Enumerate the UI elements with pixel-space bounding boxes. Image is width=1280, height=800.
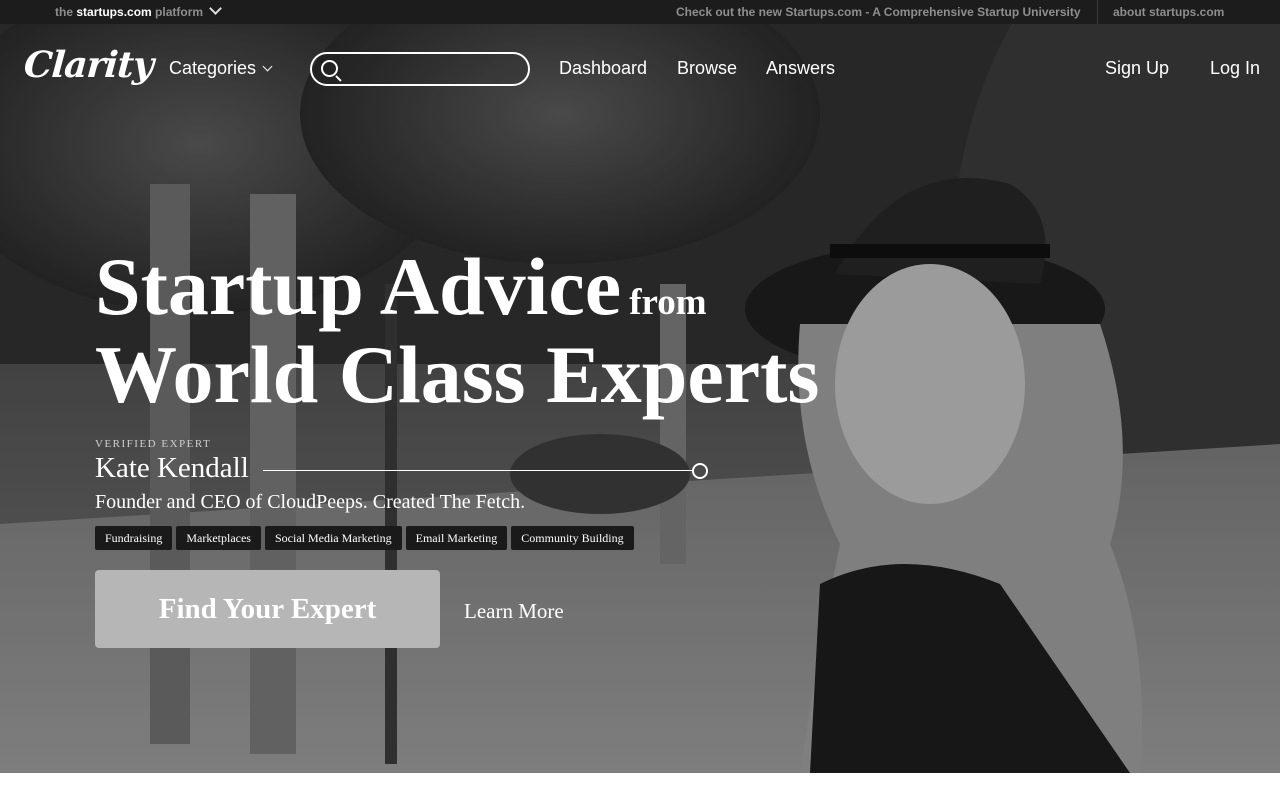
search-icon [321, 60, 338, 77]
find-expert-button[interactable]: Find Your Expert [95, 570, 440, 648]
chevron-down-icon [262, 61, 273, 72]
platform-prefix: the [55, 5, 77, 19]
platform-brand: startups.com [76, 5, 152, 19]
tag-email-marketing[interactable]: Email Marketing [405, 526, 508, 550]
nav-answers[interactable]: Answers [766, 58, 835, 79]
nav-browse[interactable]: Browse [677, 58, 737, 79]
tag-community-building[interactable]: Community Building [511, 526, 634, 550]
expert-name[interactable]: Kate Kendall [95, 452, 249, 485]
tag-marketplaces[interactable]: Marketplaces [176, 526, 261, 550]
chevron-down-icon [209, 2, 223, 15]
headline-line-1: Startup Advice from [95, 240, 707, 334]
learn-more-link[interactable]: Learn More [464, 599, 564, 624]
signup-link[interactable]: Sign Up [1105, 58, 1169, 79]
search-box[interactable] [310, 52, 530, 86]
expert-divider-line [263, 470, 693, 471]
expertise-tags: Fundraising Marketplaces Social Media Ma… [95, 526, 634, 550]
search-input[interactable] [346, 57, 520, 81]
expert-title: Founder and CEO of CloudPeeps. Created T… [95, 491, 526, 513]
about-link[interactable]: about startups.com [1113, 5, 1224, 19]
platform-suffix: platform [151, 5, 204, 19]
promo-link[interactable]: Check out the new Startups.com - A Compr… [676, 5, 1081, 19]
login-link[interactable]: Log In [1210, 58, 1260, 79]
page-below-fold [0, 773, 1280, 800]
headline-main: Startup Advice [95, 241, 622, 332]
headline-line-2: World Class Experts [95, 329, 820, 420]
platform-bar: the startups.com platform Check out the … [0, 0, 1280, 24]
nav-dashboard[interactable]: Dashboard [559, 58, 647, 79]
divider [1097, 0, 1098, 24]
platform-switcher[interactable]: the startups.com platform [55, 2, 223, 19]
circle-marker-icon [692, 463, 708, 479]
clarity-logo[interactable]: Clarity [23, 44, 155, 86]
headline-from: from [629, 282, 707, 323]
tag-fundraising[interactable]: Fundraising [95, 526, 173, 550]
categories-menu[interactable]: Categories [169, 58, 273, 79]
categories-label: Categories [169, 58, 257, 78]
tag-social-media-marketing[interactable]: Social Media Marketing [264, 526, 402, 550]
verified-label: VERIFIED EXPERT [95, 438, 212, 450]
